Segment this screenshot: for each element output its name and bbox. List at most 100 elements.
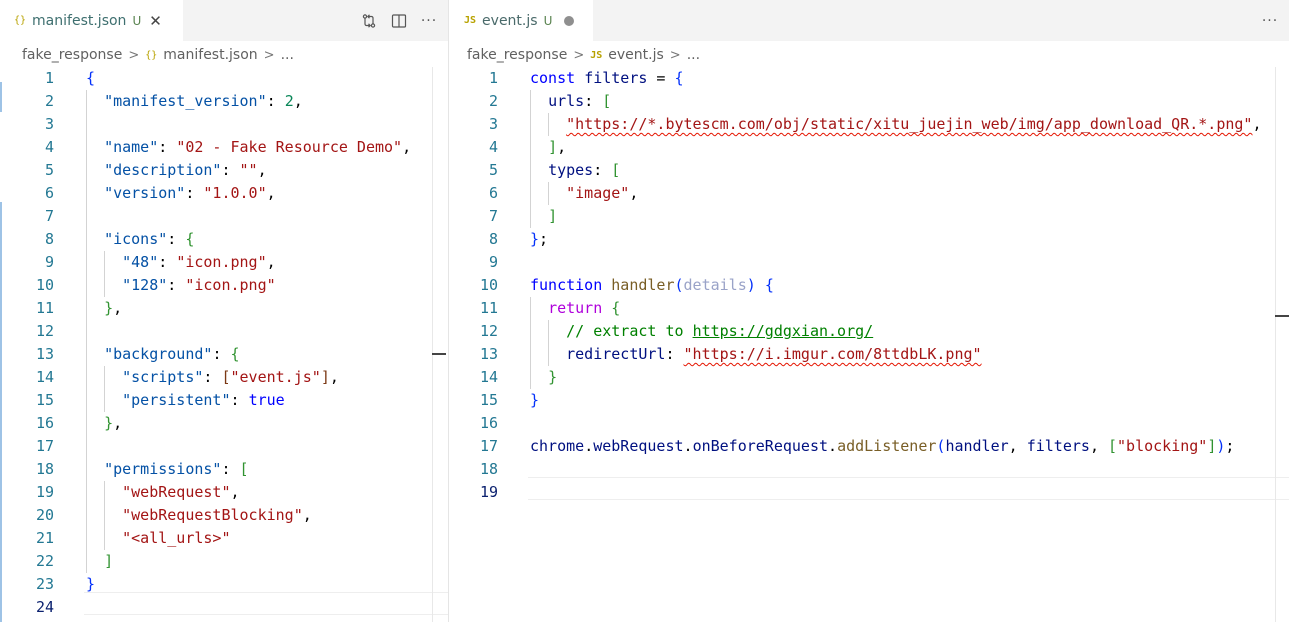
line-number: 7 (488, 207, 498, 225)
line-number: 4 (44, 138, 54, 156)
line-number: 18 (35, 460, 54, 478)
line-number: 19 (35, 483, 54, 501)
breadcrumb-file[interactable]: event.js (608, 47, 664, 63)
breadcrumb-more[interactable]: ... (281, 47, 294, 63)
line-number: 22 (35, 552, 54, 570)
line-number: 16 (479, 414, 498, 432)
line-number: 15 (479, 391, 498, 409)
line-number: 2 (488, 92, 498, 110)
line-number: 11 (479, 299, 498, 317)
left-editor-actions: ··· (358, 0, 448, 41)
code-line: "background": { (104, 345, 240, 363)
close-icon[interactable]: ✕ (149, 12, 162, 30)
breadcrumb: fake_response > {} manifest.json > ... (22, 43, 294, 67)
chevron-right-icon: > (669, 47, 681, 63)
untracked-status-badge: U (132, 13, 142, 28)
line-number: 8 (44, 230, 54, 248)
code-line: } (530, 391, 540, 409)
code-line: "webRequestBlocking", (122, 506, 312, 524)
code-line: "version": "1.0.0", (104, 184, 276, 202)
breadcrumb-folder[interactable]: fake_response (22, 47, 122, 63)
code-line: chrome.webRequest.onBeforeRequest.addLis… (530, 437, 1235, 455)
code-line: types: [ (548, 161, 621, 179)
line-number: 15 (35, 391, 54, 409)
left-tab-bar: {} manifest.json U ✕ ··· (0, 0, 448, 41)
code-line: const filters = { (530, 69, 684, 87)
code-line: "scripts": ["event.js"], (122, 368, 339, 386)
code-line: }, (104, 299, 123, 317)
code-line: "description": "", (104, 161, 267, 179)
line-number: 13 (479, 345, 498, 363)
tab-manifest-json[interactable]: {} manifest.json U ✕ (0, 0, 183, 41)
line-number: 19 (479, 483, 498, 501)
code-editor-event-js[interactable]: 1 const filters = { 2 urls: [ 3 "https://… (450, 67, 1289, 622)
git-compare-icon[interactable] (358, 10, 380, 32)
chevron-right-icon: > (263, 47, 275, 63)
line-number: 5 (488, 161, 498, 179)
line-number: 4 (488, 138, 498, 156)
vertical-scrollbar[interactable] (1275, 67, 1276, 622)
code-line: "name": "02 - Fake Resource Demo", (104, 138, 412, 156)
line-number: 11 (35, 299, 54, 317)
line-number: 10 (479, 276, 498, 294)
line-number: 12 (35, 322, 54, 340)
code-line: ] (104, 552, 114, 570)
breadcrumb-more[interactable]: ... (687, 47, 700, 63)
json-file-icon: {} (14, 15, 27, 26)
code-line: "persistent": true (122, 391, 285, 409)
code-line: ] (548, 207, 558, 225)
vertical-scrollbar[interactable] (432, 67, 433, 622)
line-number: 9 (488, 253, 498, 271)
line-number: 3 (44, 115, 54, 133)
right-editor-group: JS event.js U ··· fake_response > JS eve… (450, 0, 1289, 622)
line-number: 1 (44, 69, 54, 87)
line-number: 23 (35, 575, 54, 593)
code-line: ], (548, 138, 567, 156)
line-number: 6 (488, 184, 498, 202)
more-actions-icon[interactable]: ··· (418, 10, 440, 32)
code-editor-manifest[interactable]: 1 { 2 "manifest_version": 2, 3 4 "name": … (0, 67, 448, 622)
line-number: 13 (35, 345, 54, 363)
line-number: 8 (488, 230, 498, 248)
breadcrumb-folder[interactable]: fake_response (467, 47, 567, 63)
code-line: } (548, 368, 558, 386)
line-number: 17 (35, 437, 54, 455)
line-number: 1 (488, 69, 498, 87)
code-line: "48": "icon.png", (122, 253, 276, 271)
split-editor-icon[interactable] (388, 10, 410, 32)
line-number: 2 (44, 92, 54, 110)
untracked-status-badge: U (543, 13, 553, 28)
js-file-icon: JS (464, 15, 477, 26)
line-number: 7 (44, 207, 54, 225)
tab-event-js[interactable]: JS event.js U (450, 0, 593, 41)
code-line: "manifest_version": 2, (104, 92, 303, 110)
code-line: "webRequest", (122, 483, 240, 501)
code-line: redirectUrl: "https://i.imgur.com/8ttdbL… (566, 345, 982, 363)
line-number: 6 (44, 184, 54, 202)
line-number: 16 (35, 414, 54, 432)
line-number: 12 (479, 322, 498, 340)
breadcrumb-file[interactable]: manifest.json (163, 47, 257, 63)
line-number: 14 (479, 368, 498, 386)
code-line: "<all_urls>" (122, 529, 231, 547)
code-line: // extract to https://gdgxian.org/ (566, 322, 874, 340)
more-actions-icon[interactable]: ··· (1259, 10, 1281, 32)
code-line: function handler(details) { (530, 276, 774, 294)
line-number: 5 (44, 161, 54, 179)
cursor-overview-marker (432, 353, 446, 355)
code-line: "128": "icon.png" (122, 276, 276, 294)
line-number: 18 (479, 460, 498, 478)
line-number: 14 (35, 368, 54, 386)
left-editor-group: {} manifest.json U ✕ ··· fake_response >… (0, 0, 449, 622)
unsaved-dot-icon[interactable] (564, 15, 575, 26)
right-tab-bar: JS event.js U ··· (450, 0, 1289, 41)
tab-label: event.js (482, 12, 538, 29)
code-line: "icons": { (104, 230, 195, 248)
code-line: } (86, 575, 96, 593)
line-number: 24 (35, 598, 54, 616)
line-number: 20 (35, 506, 54, 524)
cursor-overview-marker (1275, 315, 1289, 317)
line-number: 21 (35, 529, 54, 547)
right-editor-actions: ··· (1259, 0, 1289, 41)
code-line: "permissions": [ (104, 460, 249, 478)
